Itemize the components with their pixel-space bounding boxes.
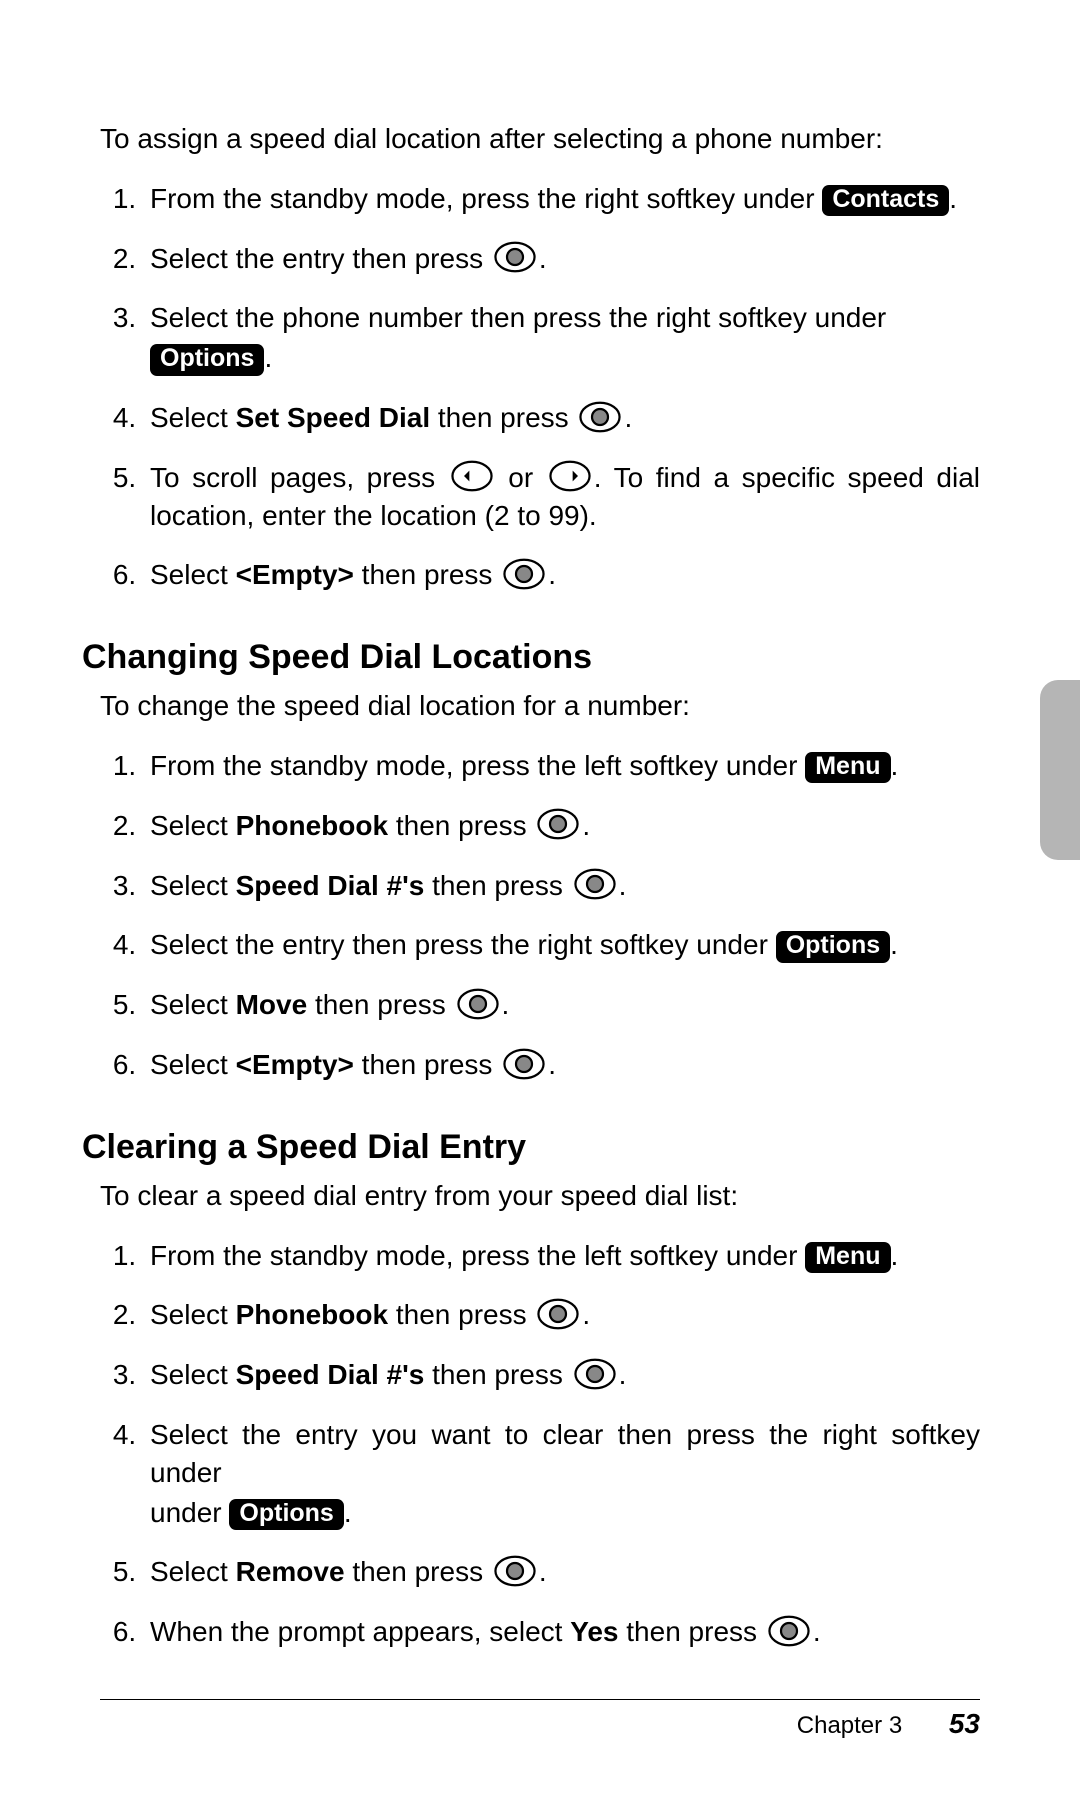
bold-yes: Yes <box>570 1616 618 1647</box>
step-text: under <box>150 1497 229 1528</box>
section-b-steps: From the standby mode, press the left so… <box>100 747 980 1084</box>
step-text: Select <box>150 1556 236 1587</box>
list-item: Select Remove then press . <box>144 1553 980 1591</box>
step-text: or <box>496 462 546 493</box>
step-text: From the standby mode, press the left so… <box>150 750 805 781</box>
step-text: Select <box>150 559 236 590</box>
section-a-intro: To assign a speed dial location after se… <box>100 120 980 158</box>
list-item: Select the entry then press the right so… <box>144 926 980 964</box>
step-text: Select the entry you want to clear then … <box>150 1419 980 1488</box>
footer-page-number: 53 <box>949 1708 980 1739</box>
ok-button-icon <box>578 401 622 433</box>
step-text: Select <box>150 1359 236 1390</box>
step-text: Select <box>150 1049 236 1080</box>
step-text: Select <box>150 870 236 901</box>
bold-remove: Remove <box>236 1556 345 1587</box>
step-text: then press <box>345 1556 491 1587</box>
list-item: Select Phonebook then press . <box>144 807 980 845</box>
ok-button-icon <box>573 868 617 900</box>
softkey-contacts: Contacts <box>822 185 949 217</box>
step-text: To scroll pages, press <box>150 462 448 493</box>
bold-empty: <Empty> <box>236 1049 354 1080</box>
ok-button-icon <box>573 1358 617 1390</box>
step-text: When the prompt appears, select <box>150 1616 570 1647</box>
list-item: From the standby mode, press the left so… <box>144 1237 980 1275</box>
list-item: Select Move then press . <box>144 986 980 1024</box>
footer-chapter: Chapter 3 <box>797 1712 902 1739</box>
manual-page: To assign a speed dial location after se… <box>0 0 1080 1800</box>
step-text: Select <box>150 989 236 1020</box>
step-text: then press <box>424 870 570 901</box>
list-item: Select the entry you want to clear then … <box>144 1416 980 1531</box>
ok-button-icon <box>493 1555 537 1587</box>
bold-empty: <Empty> <box>236 559 354 590</box>
step-text: then press <box>307 989 453 1020</box>
step-text: Select the phone number then press the r… <box>150 302 886 333</box>
ok-button-icon <box>536 1298 580 1330</box>
nav-right-icon <box>548 460 592 492</box>
ok-button-icon <box>493 241 537 273</box>
heading-changing-speed-dial: Changing Speed Dial Locations <box>82 638 980 677</box>
softkey-options: Options <box>776 931 890 963</box>
list-item: Select Set Speed Dial then press . <box>144 399 980 437</box>
list-item: Select Speed Dial #'s then press . <box>144 1356 980 1394</box>
step-text: then press <box>424 1359 570 1390</box>
list-item: From the standby mode, press the right s… <box>144 180 980 218</box>
heading-clearing-speed-dial: Clearing a Speed Dial Entry <box>82 1128 980 1167</box>
bold-phonebook: Phonebook <box>236 810 388 841</box>
step-text: then press <box>354 559 500 590</box>
thumb-tab <box>1040 680 1080 860</box>
ok-button-icon <box>536 808 580 840</box>
step-text: then press <box>388 1299 534 1330</box>
step-text: then press <box>388 810 534 841</box>
page-footer: Chapter 3 53 <box>100 1699 980 1740</box>
step-text: From the standby mode, press the right s… <box>150 183 822 214</box>
list-item: Select Phonebook then press . <box>144 1296 980 1334</box>
step-text: Select <box>150 810 236 841</box>
ok-button-icon <box>502 558 546 590</box>
list-item: Select the entry then press . <box>144 240 980 278</box>
step-text: Select <box>150 402 236 433</box>
step-text: Select the entry then press the right so… <box>150 929 776 960</box>
softkey-menu: Menu <box>805 752 890 784</box>
list-item: To scroll pages, press or . To find a sp… <box>144 459 980 535</box>
bold-set-speed-dial: Set Speed Dial <box>236 402 431 433</box>
footer-rule <box>100 1699 980 1700</box>
section-b-intro: To change the speed dial location for a … <box>100 687 980 725</box>
step-text: then press <box>430 402 576 433</box>
ok-button-icon <box>767 1615 811 1647</box>
ok-button-icon <box>502 1048 546 1080</box>
section-c-steps: From the standby mode, press the left so… <box>100 1237 980 1651</box>
list-item: From the standby mode, press the left so… <box>144 747 980 785</box>
section-c-intro: To clear a speed dial entry from your sp… <box>100 1177 980 1215</box>
bold-speed-dial-nums: Speed Dial #'s <box>236 1359 425 1390</box>
list-item: When the prompt appears, select Yes then… <box>144 1613 980 1651</box>
nav-left-icon <box>450 460 494 492</box>
list-item: Select <Empty> then press . <box>144 556 980 594</box>
list-item: Select the phone number then press the r… <box>144 299 980 377</box>
list-item: Select Speed Dial #'s then press . <box>144 867 980 905</box>
step-text: then press <box>354 1049 500 1080</box>
step-text: Select <box>150 1299 236 1330</box>
softkey-menu: Menu <box>805 1242 890 1274</box>
bold-move: Move <box>236 989 308 1020</box>
step-text: then press <box>619 1616 765 1647</box>
bold-phonebook: Phonebook <box>236 1299 388 1330</box>
step-text: Select the entry then press <box>150 243 491 274</box>
step-text: From the standby mode, press the left so… <box>150 1240 805 1271</box>
ok-button-icon <box>456 988 500 1020</box>
section-a-steps: From the standby mode, press the right s… <box>100 180 980 594</box>
bold-speed-dial-nums: Speed Dial #'s <box>236 870 425 901</box>
softkey-options: Options <box>150 344 264 376</box>
softkey-options: Options <box>229 1499 343 1531</box>
list-item: Select <Empty> then press . <box>144 1046 980 1084</box>
